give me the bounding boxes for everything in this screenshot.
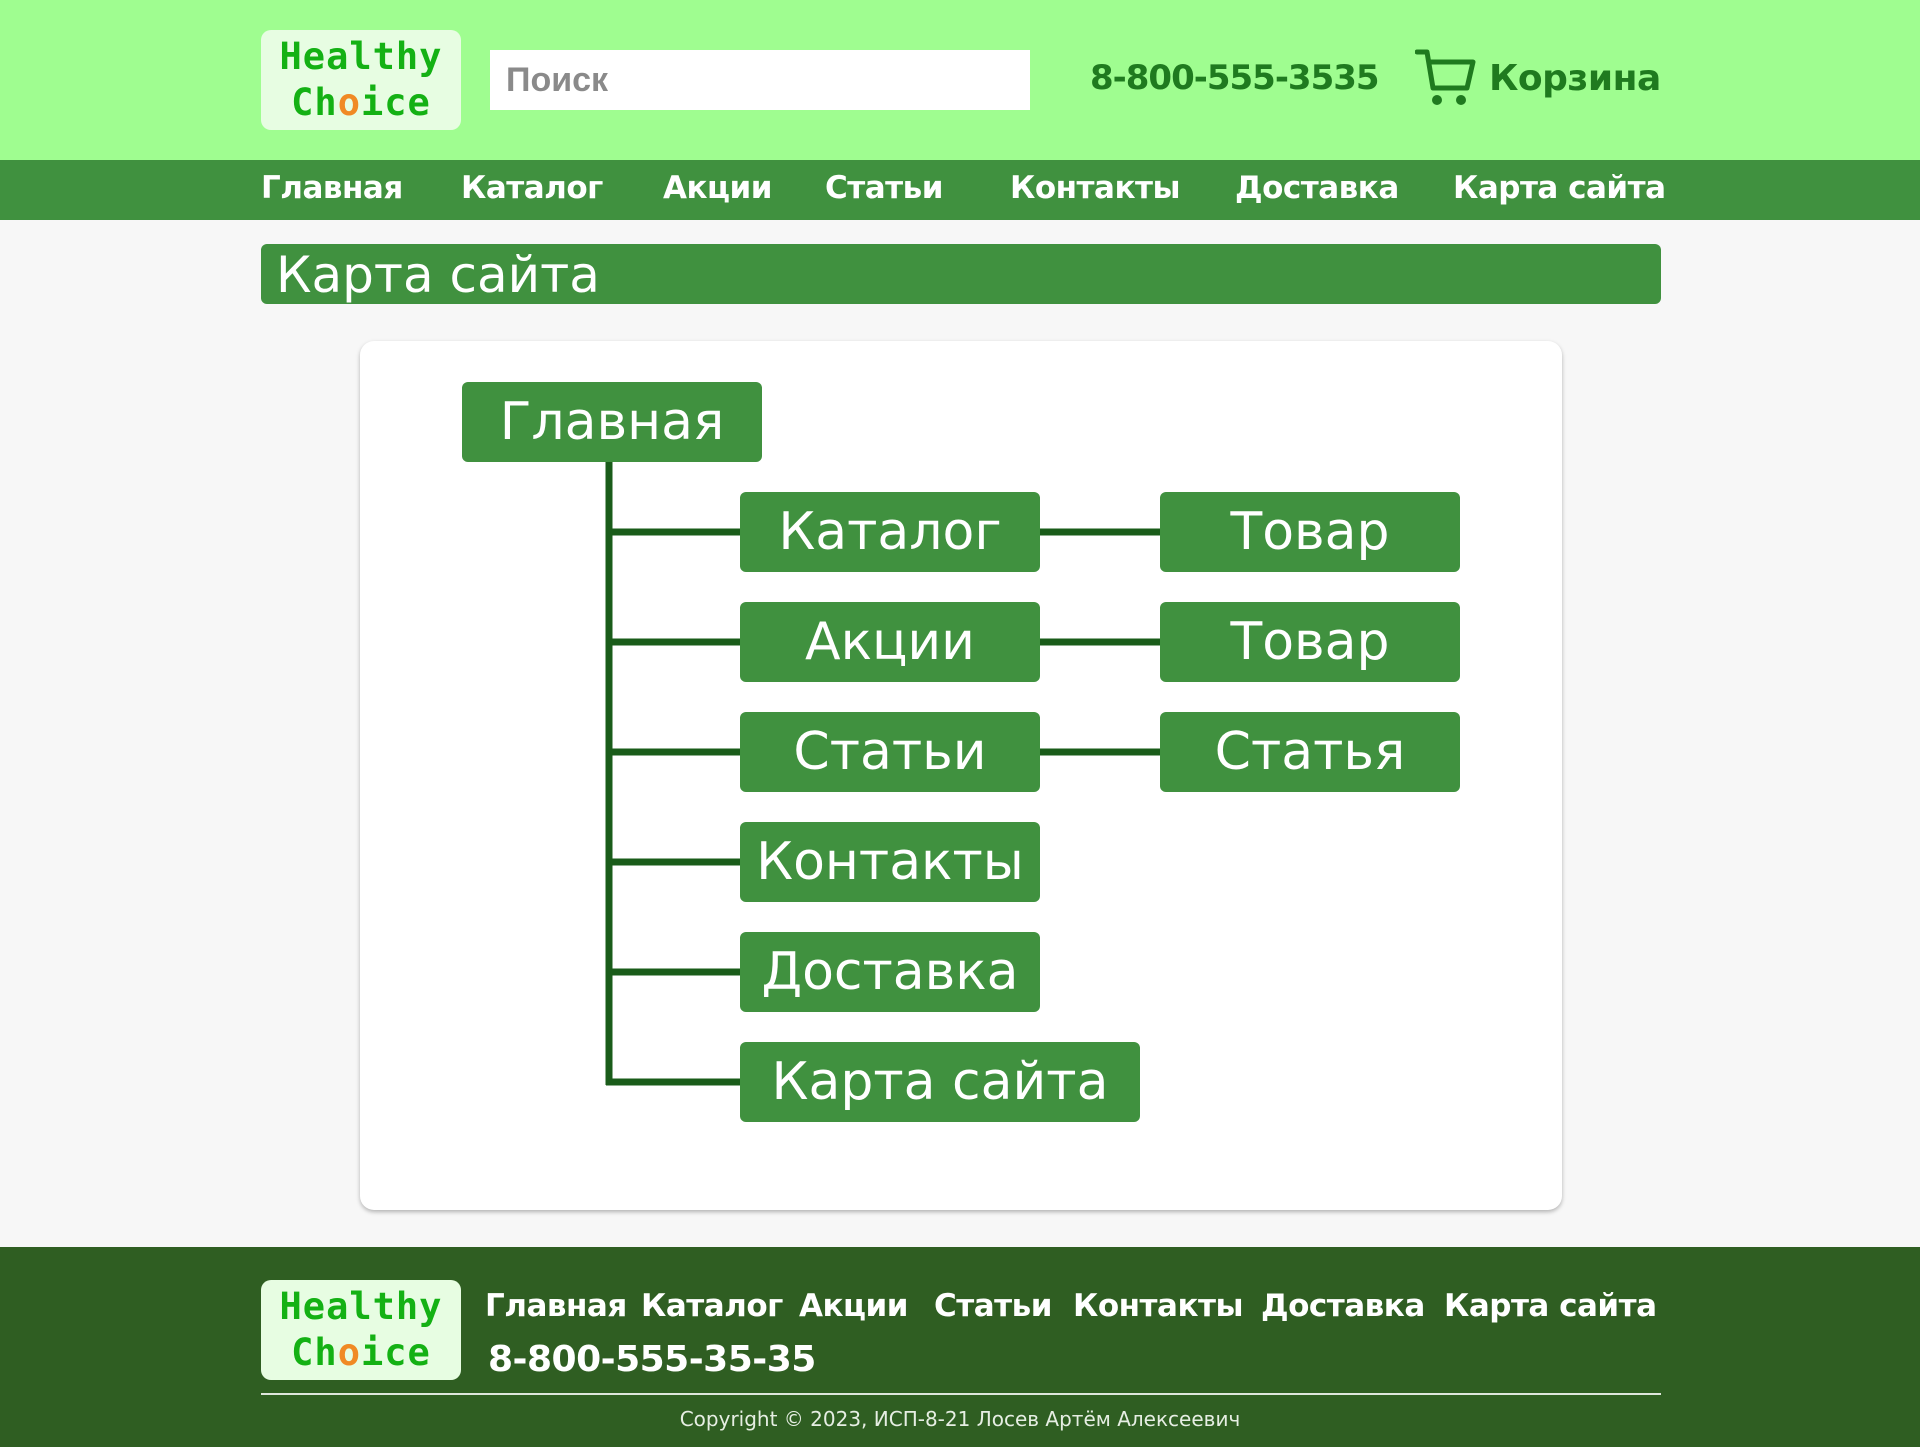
sitemap-node-contacts[interactable]: Контакты bbox=[740, 822, 1040, 902]
sitemap-node-home[interactable]: Главная bbox=[462, 382, 762, 462]
main-nav: Главная Каталог Акции Статьи Контакты До… bbox=[0, 160, 1920, 220]
nav-item-catalog[interactable]: Каталог bbox=[461, 170, 603, 206]
search-input[interactable] bbox=[490, 50, 1030, 110]
sitemap-node-article[interactable]: Статья bbox=[1160, 712, 1460, 792]
sitemap-node-delivery[interactable]: Доставка bbox=[740, 932, 1040, 1012]
page-title: Карта сайта bbox=[276, 246, 600, 304]
nav-item-contacts[interactable]: Контакты bbox=[1010, 170, 1180, 206]
sitemap-node-articles[interactable]: Статьи bbox=[740, 712, 1040, 792]
sitemap-node-promotions[interactable]: Акции bbox=[740, 602, 1040, 682]
footer-nav-item-catalog[interactable]: Каталог bbox=[641, 1288, 783, 1324]
nav-item-sitemap[interactable]: Карта сайта bbox=[1453, 170, 1666, 206]
footer-nav-item-contacts[interactable]: Контакты bbox=[1073, 1288, 1243, 1324]
carrot-icon: o bbox=[337, 1331, 361, 1374]
footer-brand-logo[interactable]: Healthy Choice bbox=[261, 1280, 461, 1380]
nav-item-promotions[interactable]: Акции bbox=[663, 170, 772, 206]
cart-icon bbox=[1415, 49, 1476, 105]
copyright-text: Copyright © 2023, ИСП-8-21 Лосев Артём А… bbox=[679, 1407, 1241, 1431]
brand-logo[interactable]: Healthy Choice bbox=[261, 30, 461, 130]
logo-line-1: Healthy bbox=[279, 1285, 443, 1328]
sitemap-node-product[interactable]: Товар bbox=[1160, 602, 1460, 682]
carrot-icon: o bbox=[337, 81, 361, 124]
nav-item-home[interactable]: Главная bbox=[261, 170, 403, 206]
logo-line-2: Choice bbox=[291, 1331, 431, 1374]
logo-line-1: Healthy bbox=[279, 35, 443, 78]
site-header: Healthy Choice 8-800-555-3535 Корзина bbox=[0, 0, 1920, 160]
footer-nav-item-sitemap[interactable]: Карта сайта bbox=[1444, 1288, 1657, 1324]
footer-nav-item-promotions[interactable]: Акции bbox=[799, 1288, 908, 1324]
footer-divider bbox=[261, 1393, 1661, 1395]
sitemap-node-product[interactable]: Товар bbox=[1160, 492, 1460, 572]
footer-nav-item-home[interactable]: Главная bbox=[485, 1288, 627, 1324]
logo-line-2: Choice bbox=[291, 81, 431, 124]
footer-phone[interactable]: 8-800-555-35-35 bbox=[488, 1339, 816, 1380]
footer-nav-item-delivery[interactable]: Доставка bbox=[1261, 1288, 1425, 1324]
footer-nav-item-articles[interactable]: Статьи bbox=[934, 1288, 1052, 1324]
page-title-bar: Карта сайта bbox=[261, 244, 1661, 304]
site-footer: Healthy Choice Главная Каталог Акции Ста… bbox=[0, 1247, 1920, 1447]
nav-item-delivery[interactable]: Доставка bbox=[1235, 170, 1399, 206]
cart-label: Корзина bbox=[1489, 57, 1661, 99]
sitemap-node-sitemap[interactable]: Карта сайта bbox=[740, 1042, 1140, 1122]
sitemap-node-catalog[interactable]: Каталог bbox=[740, 492, 1040, 572]
nav-item-articles[interactable]: Статьи bbox=[825, 170, 943, 206]
cart-button[interactable]: Корзина bbox=[1415, 46, 1661, 110]
header-phone[interactable]: 8-800-555-3535 bbox=[1090, 58, 1380, 98]
